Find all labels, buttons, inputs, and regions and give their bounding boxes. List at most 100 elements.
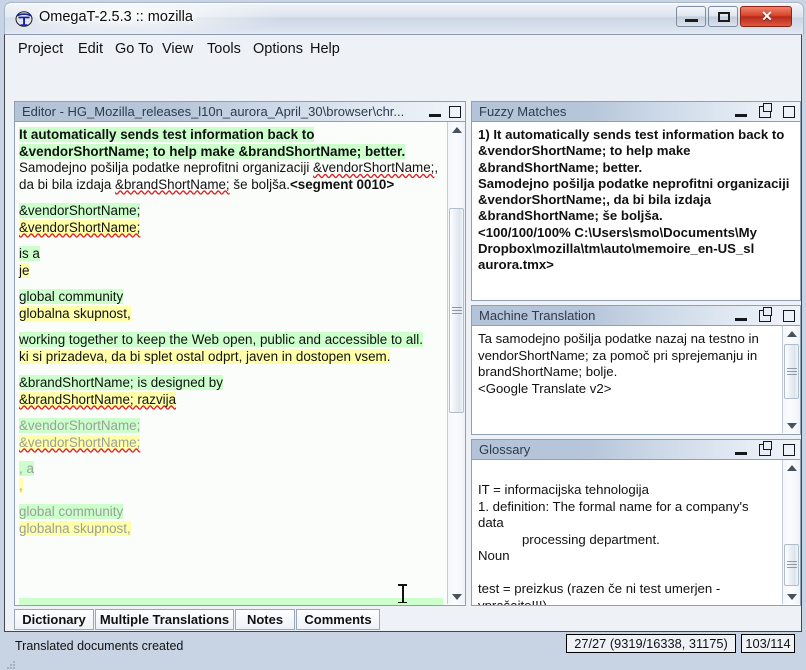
glossary-maximize-button[interactable] (782, 443, 796, 458)
segment-row[interactable]: &vendorShortName; &vendorShortName; (19, 203, 443, 236)
editor-panel-title: Editor - HG_Mozilla_releases_l10n_aurora… (22, 104, 404, 119)
resize-grip-icon[interactable] (7, 661, 16, 670)
menu-go-to[interactable]: Go To (111, 39, 157, 59)
scroll-down-arrow[interactable] (783, 589, 800, 604)
maximize-icon (449, 106, 461, 118)
mt-minimize-button[interactable] (734, 309, 748, 324)
menu-tools[interactable]: Tools (203, 39, 245, 59)
machine-translation-title: Machine Translation (479, 308, 595, 323)
editor-maximize-button[interactable] (448, 105, 462, 120)
scrollbar-thumb[interactable] (449, 208, 464, 413)
segment-source: &vendorShortName; (19, 203, 443, 220)
maximize-icon (718, 12, 730, 22)
glossary-header: Glossary (471, 439, 801, 460)
segment-target[interactable]: ki si prizadeva, da bi splet ostal odprt… (19, 349, 443, 366)
segment-row[interactable]: global community globalna skupnost, (19, 289, 443, 322)
mt-restore-button[interactable] (758, 309, 773, 324)
glossary-scrollbar[interactable] (782, 460, 800, 604)
menu-edit[interactable]: Edit (74, 39, 107, 59)
fuzzy-matches-body[interactable]: 1) It automatically sends test informati… (471, 122, 801, 301)
editor-scrollbar[interactable] (447, 122, 465, 604)
segment-row[interactable]: &vendorShortName; &vendorShortName; (19, 418, 443, 451)
fuzzy-matches-header: Fuzzy Matches (471, 101, 801, 122)
glossary-restore-button[interactable] (758, 443, 773, 458)
omegat-main-window: OmegaT-2.5.3 :: mozilla ✕ Project Edit G… (4, 2, 802, 632)
minimize-icon (735, 114, 747, 117)
restore-icon (759, 310, 771, 322)
segment-row[interactable]: working together to keep the Web open, p… (19, 332, 443, 365)
fuzzy-minimize-button[interactable] (734, 105, 748, 120)
segment-row[interactable]: global community globalna skupnost, (19, 504, 443, 537)
glossary-title: Glossary (479, 442, 530, 457)
segment-source: , a (19, 461, 443, 478)
tab-dictionary[interactable]: Dictionary (14, 609, 94, 630)
restore-icon (759, 106, 771, 118)
menu-options[interactable]: Options (249, 39, 307, 59)
fuzzy-maximize-button[interactable] (782, 105, 796, 120)
minimize-icon (735, 452, 747, 455)
segment-row[interactable]: &brandShortName; is designed by &brandSh… (19, 375, 443, 408)
editor-panel-header: Editor - HG_Mozilla_releases_l10n_aurora… (14, 101, 466, 122)
segment-target[interactable]: &brandShortName; razvija (19, 392, 443, 409)
segment-partial-clipped (19, 598, 443, 606)
scroll-up-arrow[interactable] (783, 460, 800, 475)
maximize-icon (783, 106, 795, 118)
scroll-down-arrow[interactable] (448, 589, 465, 604)
restore-icon (759, 444, 771, 456)
scrollbar-thumb[interactable] (784, 544, 799, 586)
segment-marker: <segment 0010> (290, 177, 394, 192)
editor-segments[interactable]: It automatically sends test information … (19, 127, 443, 547)
fuzzy-match-entry: 1) It automatically sends test informati… (478, 127, 790, 274)
mt-scrollbar[interactable] (782, 326, 800, 433)
scroll-up-arrow[interactable] (783, 326, 800, 341)
minimize-icon (685, 19, 698, 22)
segment-source: &brandShortName; is designed by (19, 375, 443, 392)
machine-translation-panel: Machine Translation Ta samodejno pošilja… (471, 305, 801, 435)
maximize-icon (783, 310, 795, 322)
status-message: Translated documents created (15, 639, 183, 653)
window-minimize-button[interactable] (676, 6, 706, 27)
text-caret (398, 584, 407, 603)
close-icon: ✕ (741, 8, 793, 25)
editor-panel: Editor - HG_Mozilla_releases_l10n_aurora… (14, 101, 466, 606)
segment-row[interactable]: , a , (19, 461, 443, 494)
window-maximize-button[interactable] (708, 6, 738, 27)
menu-help[interactable]: Help (306, 39, 344, 59)
editor-minimize-button[interactable] (428, 105, 442, 120)
segment-source: is a (19, 246, 443, 263)
segment-row[interactable]: is a je (19, 246, 443, 279)
segment-target[interactable]: globalna skupnost, (19, 521, 443, 538)
fuzzy-matches-panel: Fuzzy Matches 1) It automatically sends … (471, 101, 801, 301)
segment-target[interactable]: &vendorShortName; (19, 435, 443, 452)
machine-translation-body[interactable]: Ta samodejno pošilja podatke nazaj na te… (471, 326, 801, 435)
segment-source: It automatically sends test information … (19, 127, 443, 160)
segment-target[interactable]: globalna skupnost, (19, 306, 443, 323)
menu-view[interactable]: View (158, 39, 197, 59)
segment-target[interactable]: &vendorShortName; (19, 220, 443, 237)
menubar: Project Edit Go To View Tools Options He… (6, 36, 800, 62)
segment-active[interactable]: It automatically sends test information … (19, 127, 443, 193)
minimize-icon (735, 318, 747, 321)
mt-maximize-button[interactable] (782, 309, 796, 324)
menu-project[interactable]: Project (14, 39, 67, 59)
scrollbar-grip (787, 560, 797, 570)
bottom-tabs: Dictionary Multiple Translations Notes C… (14, 609, 466, 631)
glossary-body[interactable]: IT = informacijska tehnologija 1. defini… (471, 460, 801, 606)
segment-target[interactable]: je (19, 263, 443, 280)
scroll-down-arrow[interactable] (783, 418, 800, 433)
glossary-panel: Glossary IT = informacijska tehnologija … (471, 439, 801, 606)
tab-notes[interactable]: Notes (235, 609, 295, 630)
fuzzy-restore-button[interactable] (758, 105, 773, 120)
window-close-button[interactable]: ✕ (740, 6, 792, 27)
scroll-up-arrow[interactable] (448, 122, 465, 137)
scrollbar-thumb[interactable] (784, 344, 799, 399)
tab-multiple-translations[interactable]: Multiple Translations (95, 609, 234, 630)
segment-target[interactable]: Samodejno pošilja podatke neprofitni org… (19, 160, 443, 193)
omegat-logo-icon (15, 10, 33, 28)
window-titlebar: OmegaT-2.5.3 :: mozilla ✕ (4, 2, 804, 35)
glossary-minimize-button[interactable] (734, 443, 748, 458)
tab-comments[interactable]: Comments (296, 609, 380, 630)
segment-target[interactable]: , (19, 478, 443, 495)
editor-body[interactable]: It automatically sends test information … (14, 122, 466, 606)
scrollbar-grip (787, 367, 797, 377)
